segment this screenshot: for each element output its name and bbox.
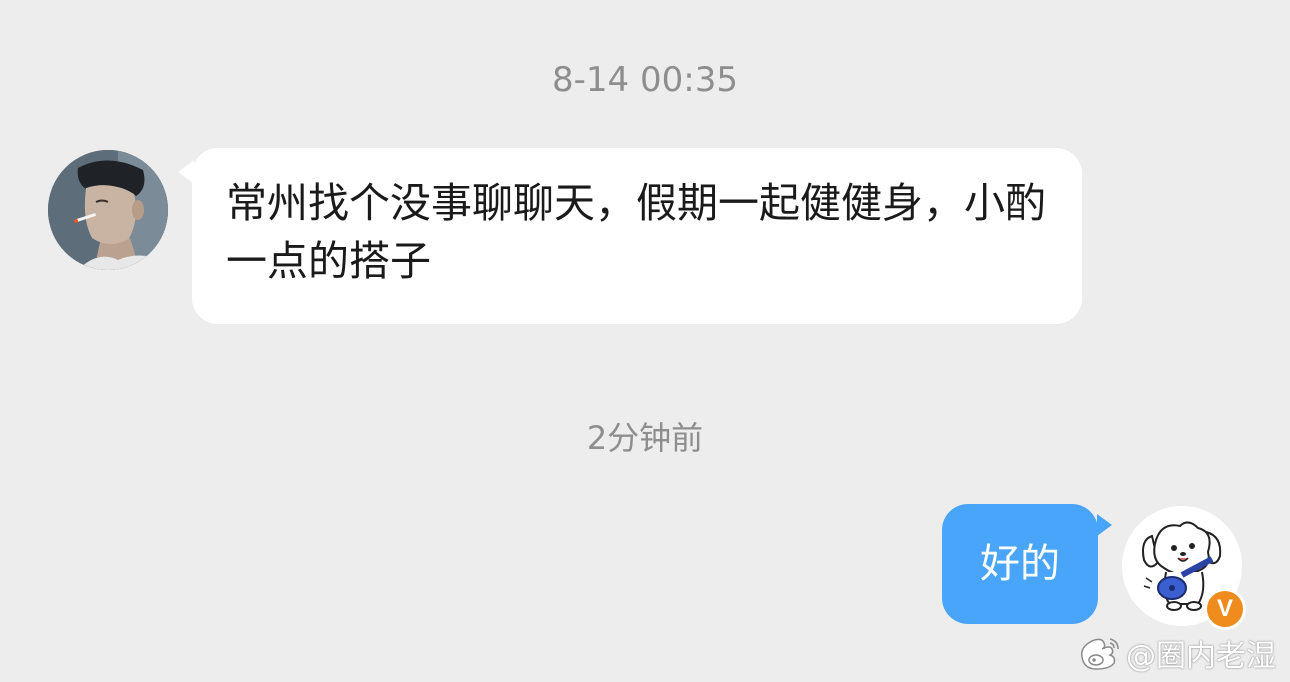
watermark-text: @圈内老湿 [1126,639,1276,674]
verified-badge: V [1204,588,1246,630]
weibo-icon [1080,638,1119,670]
avatar-other-user[interactable] [48,150,168,270]
message-bubble-outgoing[interactable]: 好的 [942,504,1098,624]
bubble-tail-outgoing [1097,514,1112,536]
message-bubble-incoming[interactable]: 常州找个没事聊聊天，假期一起健健身，小酌一点的搭子 [192,148,1082,324]
person-photo-icon [48,150,168,270]
timestamp-first: 8-14 00:35 [552,60,738,100]
watermark: @圈内老湿 [1076,630,1276,676]
timestamp-second: 2分钟前 [586,419,704,457]
